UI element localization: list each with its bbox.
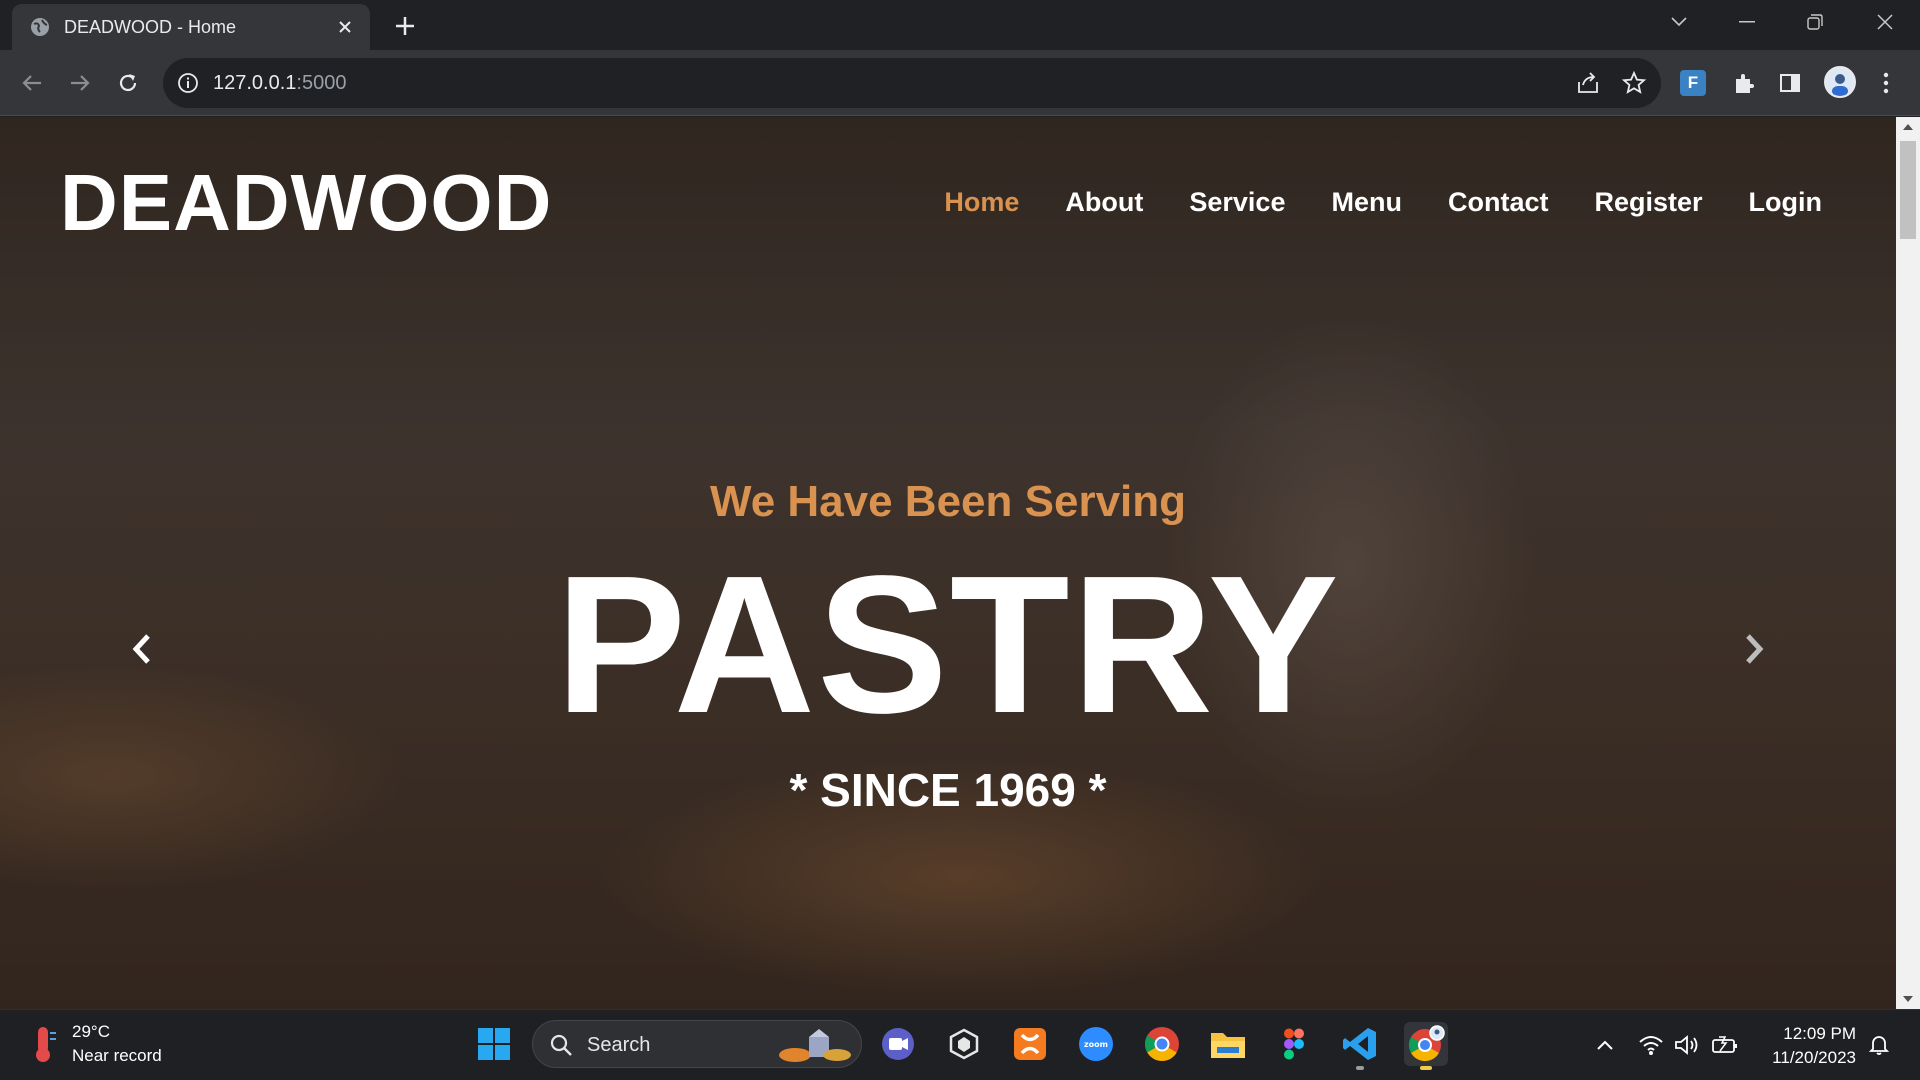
browser-tab-active[interactable]: DEADWOOD - Home (12, 4, 370, 50)
search-label: Search (587, 1034, 651, 1056)
bookmark-star-icon[interactable] (1621, 70, 1647, 100)
svg-text:zoom: zoom (1084, 1040, 1108, 1049)
weather-desc: Near record (72, 1046, 162, 1065)
page-scrollbar[interactable] (1896, 117, 1920, 1009)
nav-login[interactable]: Login (1749, 187, 1822, 218)
profile-avatar[interactable] (1824, 66, 1856, 98)
search-icon (549, 1033, 573, 1061)
vscode-app-icon[interactable] (1338, 1022, 1382, 1070)
nav-service[interactable]: Service (1189, 187, 1285, 218)
extensions-puzzle-icon[interactable] (1728, 67, 1760, 99)
running-indicator (1356, 1066, 1364, 1070)
scroll-down-icon[interactable] (1896, 989, 1920, 1009)
clock-date: 11/20/2023 (1772, 1048, 1856, 1067)
reload-icon[interactable] (112, 67, 144, 99)
restore-icon[interactable] (1798, 8, 1832, 36)
browser-toolbar: 127.0.0.1:5000 (0, 50, 1920, 116)
clock-time: 12:09 PM (1783, 1024, 1856, 1043)
forward-icon[interactable] (64, 67, 96, 99)
close-window-icon[interactable] (1868, 8, 1902, 36)
show-hidden-icons-chevron-icon[interactable] (1590, 1030, 1620, 1060)
page-viewport: DEADWOOD Home About Service Menu Contact… (0, 117, 1896, 1009)
scroll-up-icon[interactable] (1896, 117, 1920, 137)
nav-about[interactable]: About (1065, 187, 1143, 218)
carousel-prev-icon[interactable] (122, 629, 162, 669)
share-icon[interactable] (1575, 70, 1601, 100)
tab-title: DEADWOOD - Home (64, 16, 237, 37)
battery-icon[interactable] (1710, 1030, 1740, 1060)
weather-temp: 29°C (72, 1022, 110, 1041)
tab-search-icon[interactable] (1662, 8, 1696, 36)
system-clock[interactable]: 12:09 PM 11/20/2023 (1756, 1022, 1856, 1070)
hero-subtitle: We Have Been Serving (709, 477, 1187, 526)
active-indicator (1420, 1066, 1432, 1070)
search-highlight-image (779, 1029, 851, 1062)
tab-strip: DEADWOOD - Home (0, 0, 1920, 50)
figma-app-icon[interactable] (1272, 1022, 1316, 1066)
scrollbar-thumb[interactable] (1900, 141, 1916, 239)
nav-register[interactable]: Register (1594, 187, 1702, 218)
thermometer-icon (36, 1027, 56, 1062)
weather-widget[interactable]: 29°C Near record (28, 1020, 162, 1068)
site-logo[interactable]: DEADWOOD (60, 157, 552, 249)
windows-start-icon[interactable] (472, 1022, 516, 1066)
nav-home[interactable]: Home (944, 187, 1019, 218)
side-panel-icon[interactable] (1774, 67, 1806, 99)
url-port: :5000 (296, 72, 347, 94)
zoom-app-icon[interactable]: zoom (1074, 1022, 1118, 1066)
meet-app-icon[interactable] (876, 1022, 920, 1066)
minimize-icon[interactable] (1730, 8, 1764, 36)
back-icon[interactable] (16, 67, 48, 99)
notifications-icon[interactable] (1864, 1030, 1894, 1060)
hero-since: * SINCE 1969 * (789, 764, 1107, 816)
chrome-app-icon[interactable] (1140, 1022, 1184, 1066)
carousel-next-icon[interactable] (1734, 629, 1774, 669)
url-text: 127.0.0.1:5000 (213, 72, 346, 95)
wifi-icon[interactable] (1636, 1030, 1666, 1060)
main-nav: Home About Service Menu Contact Register… (898, 187, 1822, 218)
url-host: 127.0.0.1 (213, 72, 297, 94)
windows-taskbar: 29°C Near record Search zoom 12:09 PM 11… (0, 1009, 1920, 1080)
taskbar-search[interactable]: Search (532, 1020, 862, 1068)
browser-menu-icon[interactable] (1870, 67, 1902, 99)
tab-close-icon[interactable] (334, 16, 356, 38)
chrome-profile-app-icon[interactable] (1404, 1022, 1448, 1070)
nav-menu[interactable]: Menu (1331, 187, 1402, 218)
file-explorer-icon[interactable] (1206, 1022, 1250, 1066)
site-info-icon[interactable] (177, 72, 199, 98)
nav-contact[interactable]: Contact (1448, 187, 1549, 218)
address-bar[interactable]: 127.0.0.1:5000 (163, 58, 1661, 108)
new-tab-icon[interactable] (392, 13, 418, 39)
xampp-app-icon[interactable] (1008, 1022, 1052, 1066)
hero-title: PASTRY (555, 535, 1341, 754)
globe-icon (31, 18, 49, 36)
unity-app-icon[interactable] (942, 1022, 986, 1066)
extension-f-icon[interactable]: F (1680, 70, 1706, 96)
volume-icon[interactable] (1672, 1030, 1702, 1060)
